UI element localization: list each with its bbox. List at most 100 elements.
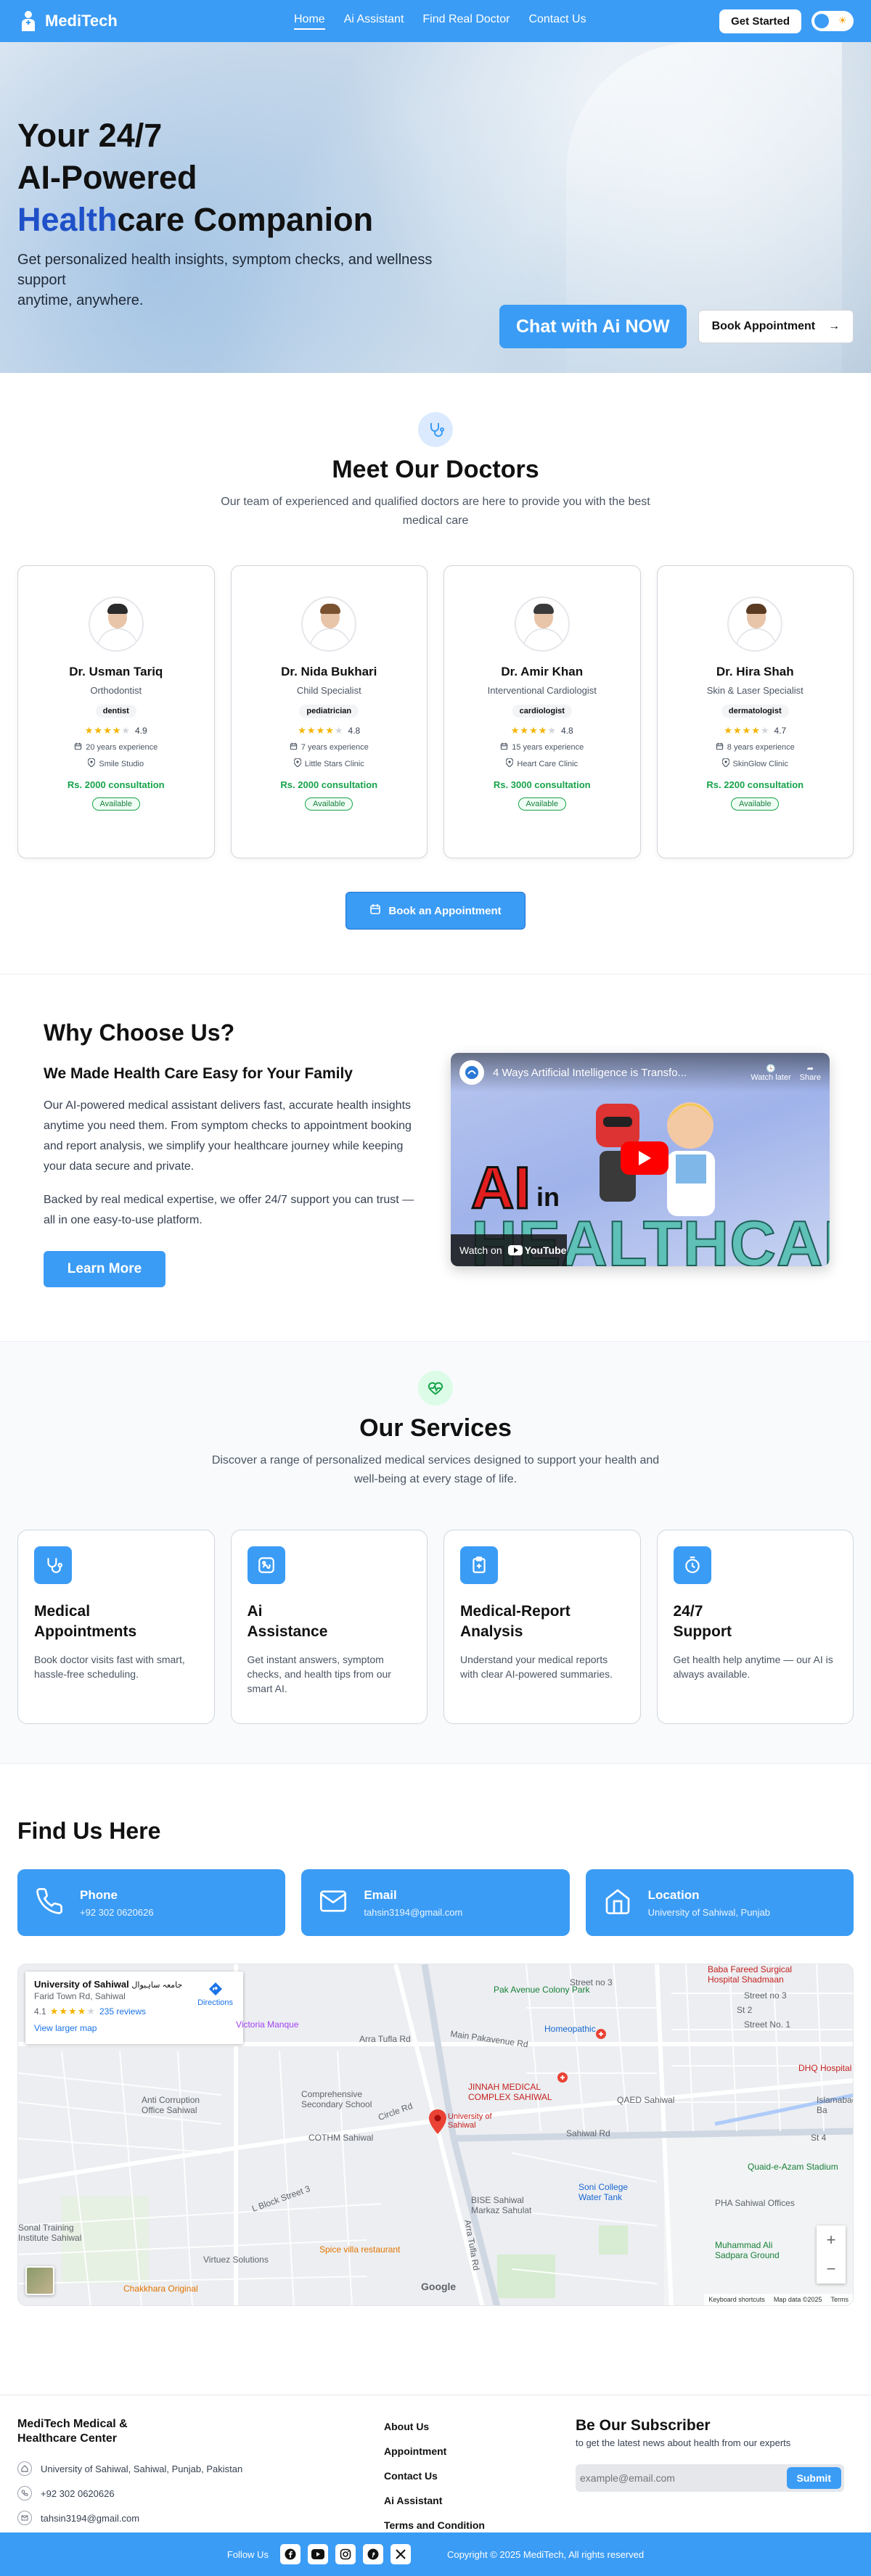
map-data-attribution: Map data ©2025 [773, 2296, 822, 2303]
calendar-icon [74, 742, 82, 752]
service-description: Get health help anytime — our AI is alwa… [673, 1654, 833, 1680]
x-icon[interactable] [390, 2544, 411, 2564]
map-place-rating: 4.1 ★★★★★ 235 reviews [34, 2006, 146, 2017]
doctor-category-badge: dentist [95, 705, 136, 718]
share-button[interactable]: ➦ Share [800, 1064, 821, 1082]
map-satellite-toggle[interactable] [25, 2266, 54, 2295]
facebook-icon[interactable] [279, 2544, 300, 2564]
footer-link-about[interactable]: About Us [384, 2414, 485, 2439]
share-icon: ➦ [806, 1064, 814, 1073]
star-rating-icon: ★★★★★ [724, 725, 770, 736]
footer-link-ai-assistant[interactable]: Ai Assistant [384, 2488, 485, 2513]
service-card[interactable]: Ai Assistance Get instant answers, sympto… [230, 1530, 428, 1724]
service-description: Understand your medical reports with cle… [460, 1654, 613, 1680]
map-label: Muhammad Ali Sadpara Ground [715, 2240, 780, 2260]
availability-badge: Available [518, 797, 566, 811]
watch-on-youtube[interactable]: Watch on YouTube [451, 1234, 567, 1266]
subscribe-email-input[interactable] [580, 2466, 787, 2490]
bottom-bar: Follow Us Copyright © 2025 MediTech, All… [0, 2532, 871, 2576]
subscribe-submit-button[interactable]: Submit [786, 2467, 841, 2489]
zoom-in-icon[interactable]: + [827, 2231, 836, 2249]
doctor-fee: Rs. 2000 consultation [280, 779, 378, 790]
subscribe-title: Be Our Subscriber [576, 2417, 711, 2434]
brand-logo[interactable]: MediTech [17, 10, 118, 32]
get-started-button[interactable]: Get Started [719, 9, 801, 33]
nav-link-contact[interactable]: Contact Us [528, 13, 586, 30]
service-card[interactable]: Medical Appointments Book doctor visits f… [17, 1530, 215, 1724]
nav-link-find-doctor[interactable]: Find Real Doctor [422, 13, 510, 30]
footer-link-appointment[interactable]: Appointment [384, 2439, 485, 2464]
book-appointment-button[interactable]: Book Appointment → [698, 310, 854, 343]
service-title: Ai Assistance [247, 1603, 328, 1640]
instagram-icon[interactable] [335, 2544, 356, 2564]
nav-link-home[interactable]: Home [294, 13, 325, 30]
learn-more-button[interactable]: Learn More [44, 1251, 165, 1287]
footer-brand: MediTech Medical & Healthcare Center [17, 2418, 128, 2445]
map-label: Islamabad Ba [817, 2095, 854, 2115]
play-icon[interactable] [621, 1141, 668, 1175]
map-label: Street no 3 [570, 1977, 613, 1988]
footer-link-contact[interactable]: Contact Us [384, 2464, 485, 2488]
phone-icon [35, 1887, 64, 1919]
map-label: Street no 3 [744, 1990, 787, 2001]
doctor-fee: Rs. 2000 consultation [67, 779, 165, 790]
contact-card-phone[interactable]: Phone +92 302 0620626 [17, 1869, 286, 1936]
service-card[interactable]: Medical-Report Analysis Understand your m… [443, 1530, 641, 1724]
clipboard-icon [460, 1546, 498, 1584]
google-map[interactable]: University of Sahiwal جامعہ ساہیوال Fari… [17, 1964, 854, 2306]
calendar-icon [500, 742, 508, 752]
book-an-appointment-button[interactable]: Book an Appointment [345, 892, 526, 930]
doctor-card[interactable]: Dr. Usman Tariq Orthodontist dentist ★★★★★ 4… [17, 565, 215, 858]
map-label: BISE Sahiwal Markaz Sahulat [471, 2195, 532, 2215]
keyboard-shortcuts-link[interactable]: Keyboard shortcuts [708, 2296, 765, 2303]
map-zoom-controls[interactable]: + − [817, 2226, 846, 2284]
theme-toggle[interactable]: ☀ [811, 11, 854, 31]
footer-link-terms[interactable]: Terms and Condition [384, 2513, 485, 2538]
footer-phone[interactable]: +92 302 0620626 [41, 2488, 115, 2499]
service-card[interactable]: 24/7 Support Get health help anytime — ou… [656, 1530, 854, 1724]
stethoscope-icon [418, 412, 453, 447]
doctor-card[interactable]: Dr. Hira Shah Skin & Laser Specialist derm… [656, 565, 854, 858]
directions-icon [208, 1982, 223, 1998]
pinterest-icon[interactable] [362, 2544, 383, 2564]
terms-link[interactable]: Terms [831, 2296, 849, 2303]
doctor-card[interactable]: Dr. Amir Khan Interventional Cardiologist… [443, 565, 641, 858]
footer-email[interactable]: tahsin3194@gmail.com [41, 2513, 139, 2524]
footer-links: About Us Appointment Contact Us Ai Assis… [384, 2414, 485, 2538]
doctor-name: Dr. Nida Bukhari [281, 665, 377, 678]
subscribe-form: Submit [576, 2464, 844, 2492]
calendar-icon [716, 742, 724, 752]
chat-with-ai-button[interactable]: Chat with Ai NOW [499, 305, 687, 348]
calendar-icon [369, 903, 381, 918]
zoom-out-icon[interactable]: − [827, 2260, 836, 2278]
nav-link-ai-assistant[interactable]: Ai Assistant [344, 13, 404, 30]
services-title: Our Services [359, 1414, 512, 1442]
medical-bot-icon [247, 1546, 285, 1584]
map-label: Soni College Water Tank [578, 2182, 629, 2202]
youtube-logo-icon: YouTube [507, 1244, 566, 1256]
doctor-fee: Rs. 3000 consultation [493, 779, 591, 790]
youtube-video-embed[interactable]: 4 Ways Artificial Intelligence is Transf… [451, 1053, 830, 1266]
doctor-cards: Dr. Usman Tariq Orthodontist dentist ★★★★★ 4… [0, 565, 871, 858]
map-label: Sonal Training Institute Sahiwal [18, 2223, 82, 2243]
service-description: Get instant answers, symptom checks, and… [247, 1654, 391, 1694]
star-rating-icon: ★★★★★ [298, 725, 344, 736]
doctor-fee: Rs. 2200 consultation [706, 779, 804, 790]
hero-title-accent: Health [17, 201, 118, 238]
toggle-knob [814, 14, 829, 28]
watch-later-button[interactable]: 🕓 Watch later [751, 1064, 790, 1082]
arrow-right-icon: → [828, 320, 841, 332]
youtube-icon[interactable] [307, 2544, 328, 2564]
map-label: Homeopathic [544, 2024, 596, 2034]
footer-address: University of Sahiwal, Sahiwal, Punjab, … [41, 2463, 243, 2474]
map-pin-icon [87, 758, 96, 769]
contact-card-email[interactable]: Email tahsin3194@gmail.com [301, 1869, 570, 1936]
contact-card-location[interactable]: Location University of Sahiwal, Punjab [585, 1869, 854, 1936]
map-label: Quaid-e-Azam Stadium [748, 2162, 838, 2172]
map-label: Street No. 1 [744, 2019, 791, 2030]
doctor-specialty: Interventional Cardiologist [487, 685, 597, 696]
location-pin-icon[interactable] [429, 2109, 446, 2138]
view-larger-map-link[interactable]: View larger map [34, 2023, 234, 2033]
doctor-card[interactable]: Dr. Nida Bukhari Child Specialist pediatri… [230, 565, 428, 858]
directions-button[interactable]: Directions [197, 1982, 233, 2007]
